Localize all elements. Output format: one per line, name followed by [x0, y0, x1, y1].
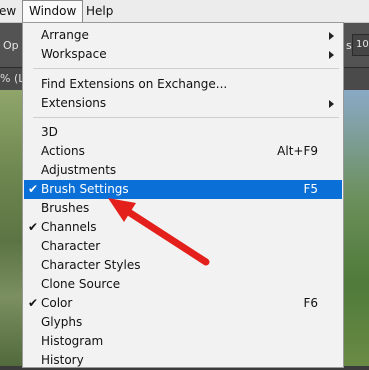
menu-item-clone-source[interactable]: Clone Source — [24, 275, 342, 294]
submenu-arrow-icon — [329, 32, 334, 40]
menu-item-3d[interactable]: 3D — [24, 123, 342, 142]
menu-item-label: Brushes — [41, 201, 90, 215]
menu-item-find-extensions[interactable]: Find Extensions on Exchange... — [24, 75, 342, 94]
submenu-arrow-icon — [329, 100, 334, 108]
menu-item-label: Find Extensions on Exchange... — [41, 77, 228, 91]
window-menu-dropdown: Arrange Workspace Find Extensions on Exc… — [22, 22, 344, 368]
menu-item-extensions[interactable]: Extensions — [24, 94, 342, 113]
check-icon: ✔ — [28, 296, 39, 310]
menu-item-label: History — [41, 353, 84, 367]
menu-help[interactable]: Help — [86, 0, 113, 22]
shortcut-label: F5 — [303, 182, 318, 196]
menu-view[interactable]: ew — [0, 0, 16, 22]
shortcut-label: F6 — [303, 296, 318, 310]
menu-item-label: Extensions — [41, 96, 107, 110]
menu-item-label: Workspace — [41, 47, 107, 61]
menu-item-label: Glyphs — [41, 315, 83, 329]
menu-item-character-styles[interactable]: Character Styles — [24, 256, 342, 275]
menu-item-label: Clone Source — [41, 277, 121, 291]
document-tab-label[interactable]: % (L — [0, 72, 24, 85]
menu-item-label: Channels — [41, 220, 97, 234]
menu-item-brushes[interactable]: Brushes — [24, 199, 342, 218]
menu-item-brush-settings[interactable]: ✔ Brush Settings F5 — [24, 180, 342, 199]
menu-item-actions[interactable]: Actions Alt+F9 — [24, 142, 342, 161]
check-icon: ✔ — [28, 182, 39, 196]
check-icon: ✔ — [28, 220, 39, 234]
menu-item-label: Adjustments — [41, 163, 117, 177]
menu-item-workspace[interactable]: Workspace — [24, 45, 342, 64]
menu-item-histogram[interactable]: Histogram — [24, 332, 342, 351]
menu-separator — [33, 68, 339, 69]
menu-item-label: Actions — [41, 144, 85, 158]
setting-value-field[interactable]: 10 — [352, 34, 369, 56]
menu-item-color[interactable]: ✔ Color F6 — [24, 294, 342, 313]
shortcut-label: Alt+F9 — [277, 144, 318, 158]
canvas-image-left — [0, 90, 22, 366]
menu-item-channels[interactable]: ✔ Channels — [24, 218, 342, 237]
menu-item-character[interactable]: Character — [24, 237, 342, 256]
menu-item-label: Character — [41, 239, 101, 253]
opacity-label: Op — [3, 39, 19, 52]
menu-item-label: Character Styles — [41, 258, 141, 272]
menu-item-label: Brush Settings — [41, 182, 129, 196]
menu-window[interactable]: Window — [22, 0, 84, 22]
menu-item-label: 3D — [41, 125, 58, 139]
menu-item-label: Histogram — [41, 334, 104, 348]
menu-item-label: Color — [41, 296, 73, 310]
submenu-arrow-icon — [329, 51, 334, 59]
menu-item-glyphs[interactable]: Glyphs — [24, 313, 342, 332]
menu-item-history[interactable]: History — [24, 351, 342, 370]
menu-item-label: Arrange — [41, 28, 89, 42]
menu-separator — [33, 117, 339, 118]
menu-item-arrange[interactable]: Arrange — [24, 26, 342, 45]
menubar: ew Window Help — [0, 0, 369, 23]
menu-item-adjustments[interactable]: Adjustments — [24, 161, 342, 180]
canvas-image-right — [344, 90, 369, 366]
